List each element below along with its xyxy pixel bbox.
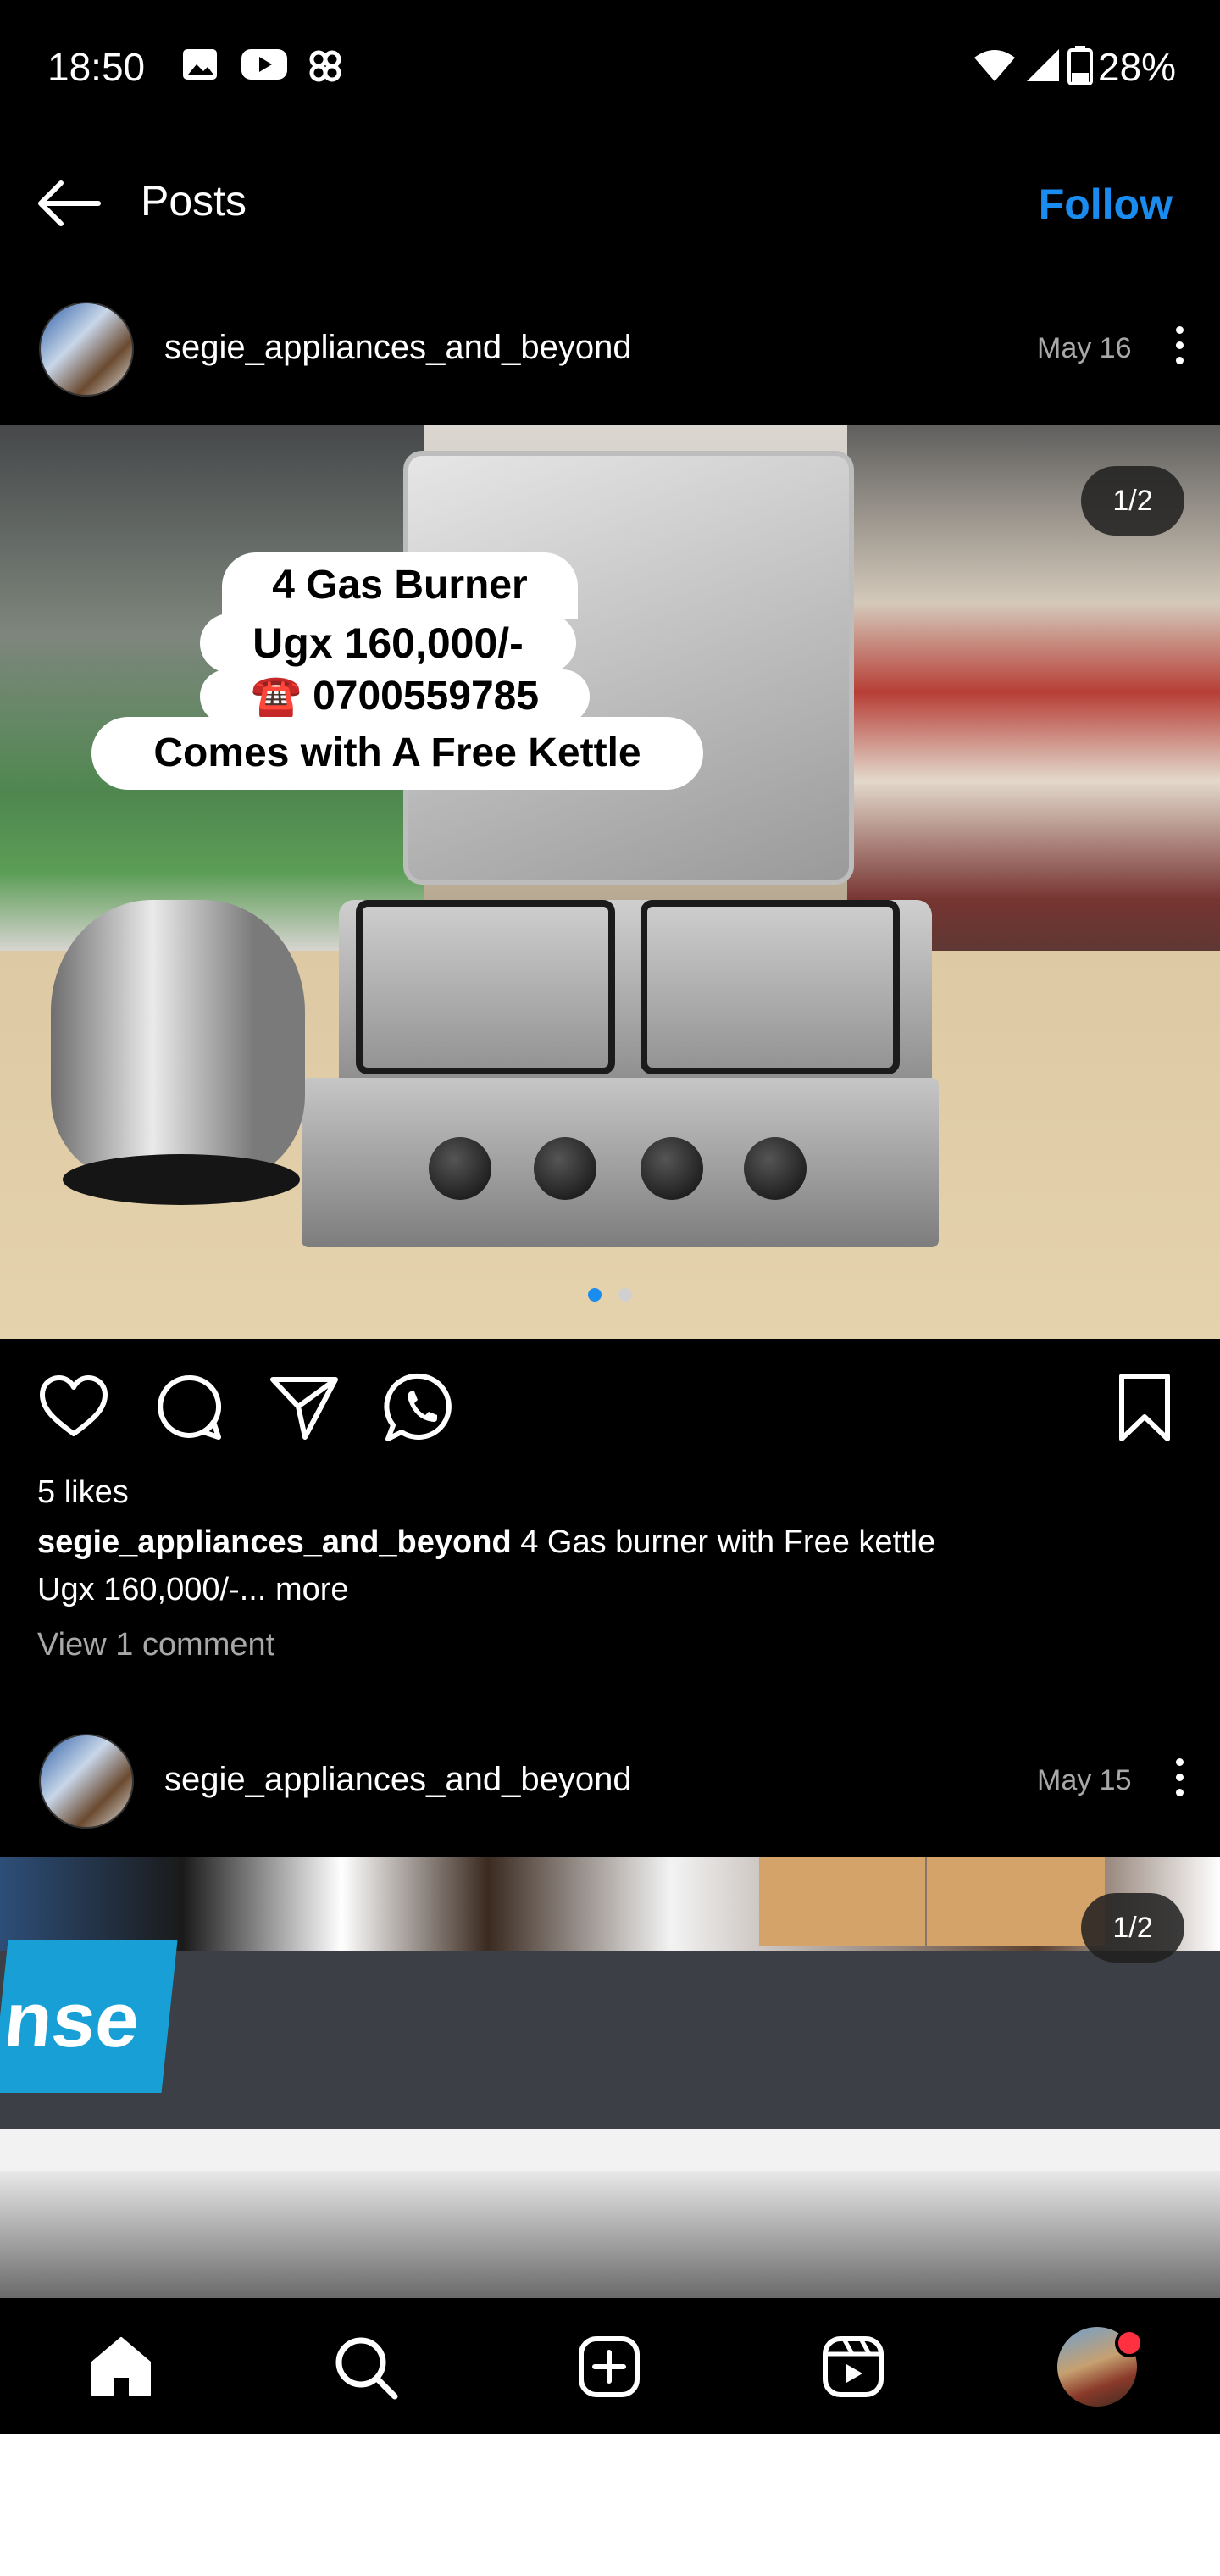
system-area [0, 2434, 1220, 2576]
post-username[interactable]: segie_appliances_and_beyond [164, 329, 632, 367]
post-avatar[interactable] [39, 1734, 134, 1829]
overlay-text: 4 Gas Burner [222, 552, 578, 619]
carousel-dot-active [588, 1288, 602, 1302]
youtube-icon [241, 47, 288, 81]
notification-dot [1115, 2329, 1144, 2357]
pinwheel-icon [307, 47, 344, 82]
overlay-text: ☎️ 0700559785 [200, 669, 590, 724]
status-time: 18:50 [47, 45, 146, 89]
post-image[interactable]: nse [0, 1857, 1220, 2298]
stove-knob [640, 1137, 703, 1200]
overlay-text: Comes with A Free Kettle [92, 717, 703, 790]
burner-grate [640, 900, 900, 1074]
stove-knob [744, 1137, 807, 1200]
caption-text-2: Ugx 160,000/-... [37, 1572, 267, 1607]
whatsapp-icon[interactable] [381, 1369, 458, 1446]
stove-front [302, 1078, 939, 1247]
search-icon[interactable] [330, 2332, 400, 2401]
product-box [759, 1857, 925, 1946]
save-bookmark-icon[interactable] [1106, 1369, 1183, 1446]
view-comments-link[interactable]: View 1 comment [37, 1627, 274, 1663]
product-box [927, 1857, 1105, 1946]
display-counter [0, 1951, 1220, 2129]
stove-knob [534, 1137, 596, 1200]
display-table [0, 2171, 1220, 2298]
like-heart-icon[interactable] [36, 1369, 112, 1446]
post-username[interactable]: segie_appliances_and_beyond [164, 1761, 632, 1799]
share-icon[interactable] [266, 1369, 342, 1446]
bottom-nav [0, 2298, 1220, 2434]
signal-icon [1025, 47, 1061, 81]
burner-grate [356, 900, 615, 1074]
top-bar: Posts Follow [0, 153, 1220, 254]
create-icon[interactable] [574, 2332, 644, 2401]
post-date: May 15 [1037, 1764, 1132, 1796]
battery-icon [1068, 46, 1093, 85]
kettle [51, 900, 305, 1180]
overlay-text: Ugx 160,000/- [200, 613, 576, 673]
more-options-icon[interactable] [1171, 322, 1188, 373]
brand-sign: nse [0, 1940, 178, 2093]
image-counter: 1/2 [1081, 1893, 1184, 1963]
comment-icon[interactable] [151, 1369, 227, 1446]
reels-icon[interactable] [818, 2332, 888, 2401]
wifi-icon [973, 47, 1017, 81]
brand-sign-text: nse [0, 1977, 144, 2063]
post-caption: segie_appliances_and_beyond 4 Gas burner… [37, 1518, 1173, 1613]
more-options-icon[interactable] [1171, 1754, 1188, 1805]
battery-percent: 28% [1098, 45, 1177, 89]
post-image[interactable] [0, 425, 1220, 1339]
stove-knob [429, 1137, 491, 1200]
image-counter: 1/2 [1081, 466, 1184, 536]
kettle-base [63, 1154, 300, 1205]
caption-more-link[interactable]: more [275, 1572, 349, 1607]
caption-username[interactable]: segie_appliances_and_beyond [37, 1524, 512, 1560]
status-bar: 18:50 28% [0, 0, 1220, 136]
caption-text: 4 Gas burner with Free kettle [520, 1524, 936, 1560]
back-arrow-icon[interactable] [34, 178, 102, 229]
home-icon[interactable] [86, 2332, 156, 2401]
page-title: Posts [141, 177, 247, 225]
follow-button[interactable]: Follow [1039, 180, 1173, 229]
likes-count[interactable]: 5 likes [37, 1474, 129, 1511]
carousel-dot [618, 1288, 632, 1302]
gallery-icon [181, 47, 219, 81]
post-avatar[interactable] [39, 302, 134, 397]
post-date: May 16 [1037, 332, 1132, 364]
